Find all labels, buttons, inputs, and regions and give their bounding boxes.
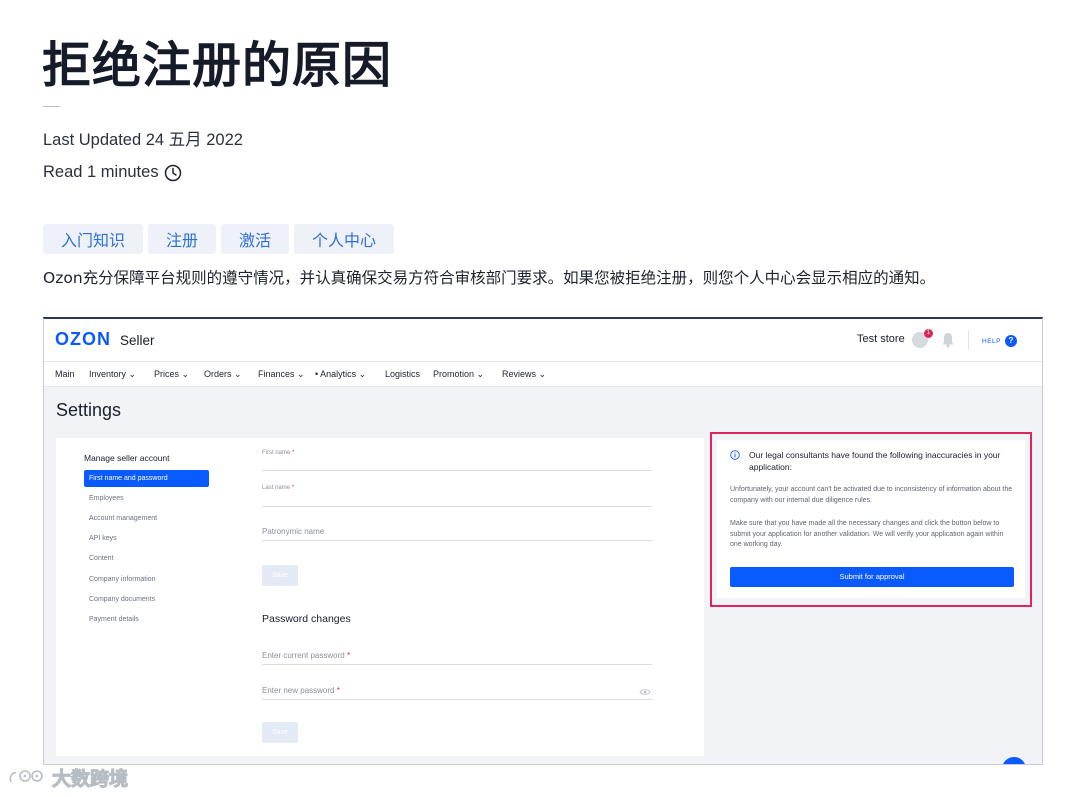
- watermark: 大数跨境: [8, 764, 129, 791]
- chat-button[interactable]: [1002, 757, 1026, 764]
- nav-logistics[interactable]: Logistics: [385, 369, 420, 379]
- watermark-text: 大数跨境: [51, 768, 129, 791]
- page-title: 拒绝注册的原因: [42, 37, 393, 94]
- bell-icon[interactable]: [941, 332, 955, 348]
- current-password-placeholder: Enter current password *: [262, 651, 351, 660]
- last-name-field[interactable]: Last name *: [262, 483, 652, 507]
- nav-reviews[interactable]: Reviews ⌄: [502, 369, 546, 380]
- sidebar-heading: Manage seller account: [84, 453, 170, 463]
- watermark-logo-icon: [9, 769, 43, 782]
- sidebar-item-company-documents[interactable]: Company documents: [84, 591, 209, 608]
- current-password-field[interactable]: Enter current password *: [262, 648, 652, 665]
- header-divider: [968, 330, 969, 350]
- save-button[interactable]: Save: [262, 565, 298, 586]
- tag-getting-started[interactable]: 入门知识: [43, 224, 144, 254]
- nav-main[interactable]: Main: [55, 369, 75, 379]
- read-time: Read 1 minutes: [43, 163, 182, 182]
- sidebar-item-content[interactable]: Content: [84, 550, 209, 567]
- last-updated: Last Updated 24 五月 2022: [43, 131, 243, 149]
- nav-finances[interactable]: Finances ⌄: [258, 369, 305, 380]
- tag-list: 入门知识 注册 激活 个人中心: [43, 224, 395, 254]
- sidebar-item-company-information[interactable]: Company information: [84, 571, 209, 588]
- tag-registration[interactable]: 注册: [148, 224, 217, 254]
- alert-text-resubmit: Make sure that you have made all the nec…: [730, 520, 1004, 548]
- patronymic-placeholder: Patronymic name: [262, 527, 325, 536]
- seller-screenshot: OZON Seller Test store 1 HELP ? Main Inv…: [43, 317, 1043, 765]
- alert-title: Our legal consultants have found the fol…: [749, 450, 1001, 472]
- first-name-label: First name *: [262, 450, 295, 456]
- tag-activation[interactable]: 激活: [221, 224, 290, 254]
- help-icon[interactable]: ?: [1005, 335, 1017, 347]
- clock-icon: [164, 164, 181, 181]
- rejection-alert: Our legal consultants have found the fol…: [717, 440, 1025, 598]
- seller-nav: Main Inventory ⌄ Prices ⌄ Orders ⌄ Finan…: [44, 362, 1042, 387]
- store-name[interactable]: Test store: [857, 333, 905, 345]
- eye-icon[interactable]: [639, 688, 651, 696]
- nav-inventory[interactable]: Inventory ⌄: [89, 369, 136, 380]
- sidebar-item-employees[interactable]: Employees: [84, 490, 209, 507]
- title-divider: [43, 106, 60, 107]
- read-time-label: Read 1 minutes: [43, 163, 159, 181]
- intro-paragraph: Ozon充分保障平台规则的遵守情况，并认真确保交易方符合审核部门要求。如果您被拒…: [43, 269, 936, 287]
- sidebar-item-api-keys[interactable]: API keys: [84, 530, 209, 547]
- settings-title: Settings: [56, 400, 122, 420]
- settings-panel: Manage seller account First name and pas…: [56, 438, 704, 756]
- alert-text-inconsistency: Unfortunately, your account can't be act…: [730, 486, 1013, 504]
- seller-logo-label: Seller: [120, 333, 155, 348]
- sidebar-item-payment-details[interactable]: Payment details: [84, 611, 209, 628]
- ozon-logo[interactable]: OZON: [55, 329, 111, 350]
- rejection-alert-highlight: Our legal consultants have found the fol…: [710, 432, 1032, 607]
- seller-header: OZON Seller Test store 1 HELP ?: [44, 319, 1042, 362]
- new-password-placeholder: Enter new password *: [262, 686, 340, 695]
- sidebar-item-account-management[interactable]: Account management: [84, 510, 209, 527]
- patronymic-field[interactable]: Patronymic name: [262, 524, 652, 541]
- submit-for-approval-button[interactable]: Submit for approval: [730, 567, 1014, 587]
- password-heading: Password changes: [262, 613, 351, 625]
- notification-badge: 1: [924, 329, 933, 338]
- password-save-button[interactable]: Save: [262, 722, 298, 743]
- nav-analytics[interactable]: • Analytics ⌄: [315, 369, 366, 380]
- nav-prices[interactable]: Prices ⌄: [154, 369, 189, 380]
- first-name-field[interactable]: First name *: [262, 448, 652, 471]
- tag-personal-center[interactable]: 个人中心: [294, 224, 395, 254]
- last-name-label: Last name *: [262, 485, 295, 491]
- nav-orders[interactable]: Orders ⌄: [204, 369, 242, 380]
- new-password-field[interactable]: Enter new password *: [262, 683, 652, 700]
- nav-promotion[interactable]: Promotion ⌄: [433, 369, 484, 380]
- help-label[interactable]: HELP: [982, 338, 1001, 345]
- info-icon: [730, 450, 740, 460]
- sidebar-item-first-name-password[interactable]: First name and password: [84, 470, 209, 487]
